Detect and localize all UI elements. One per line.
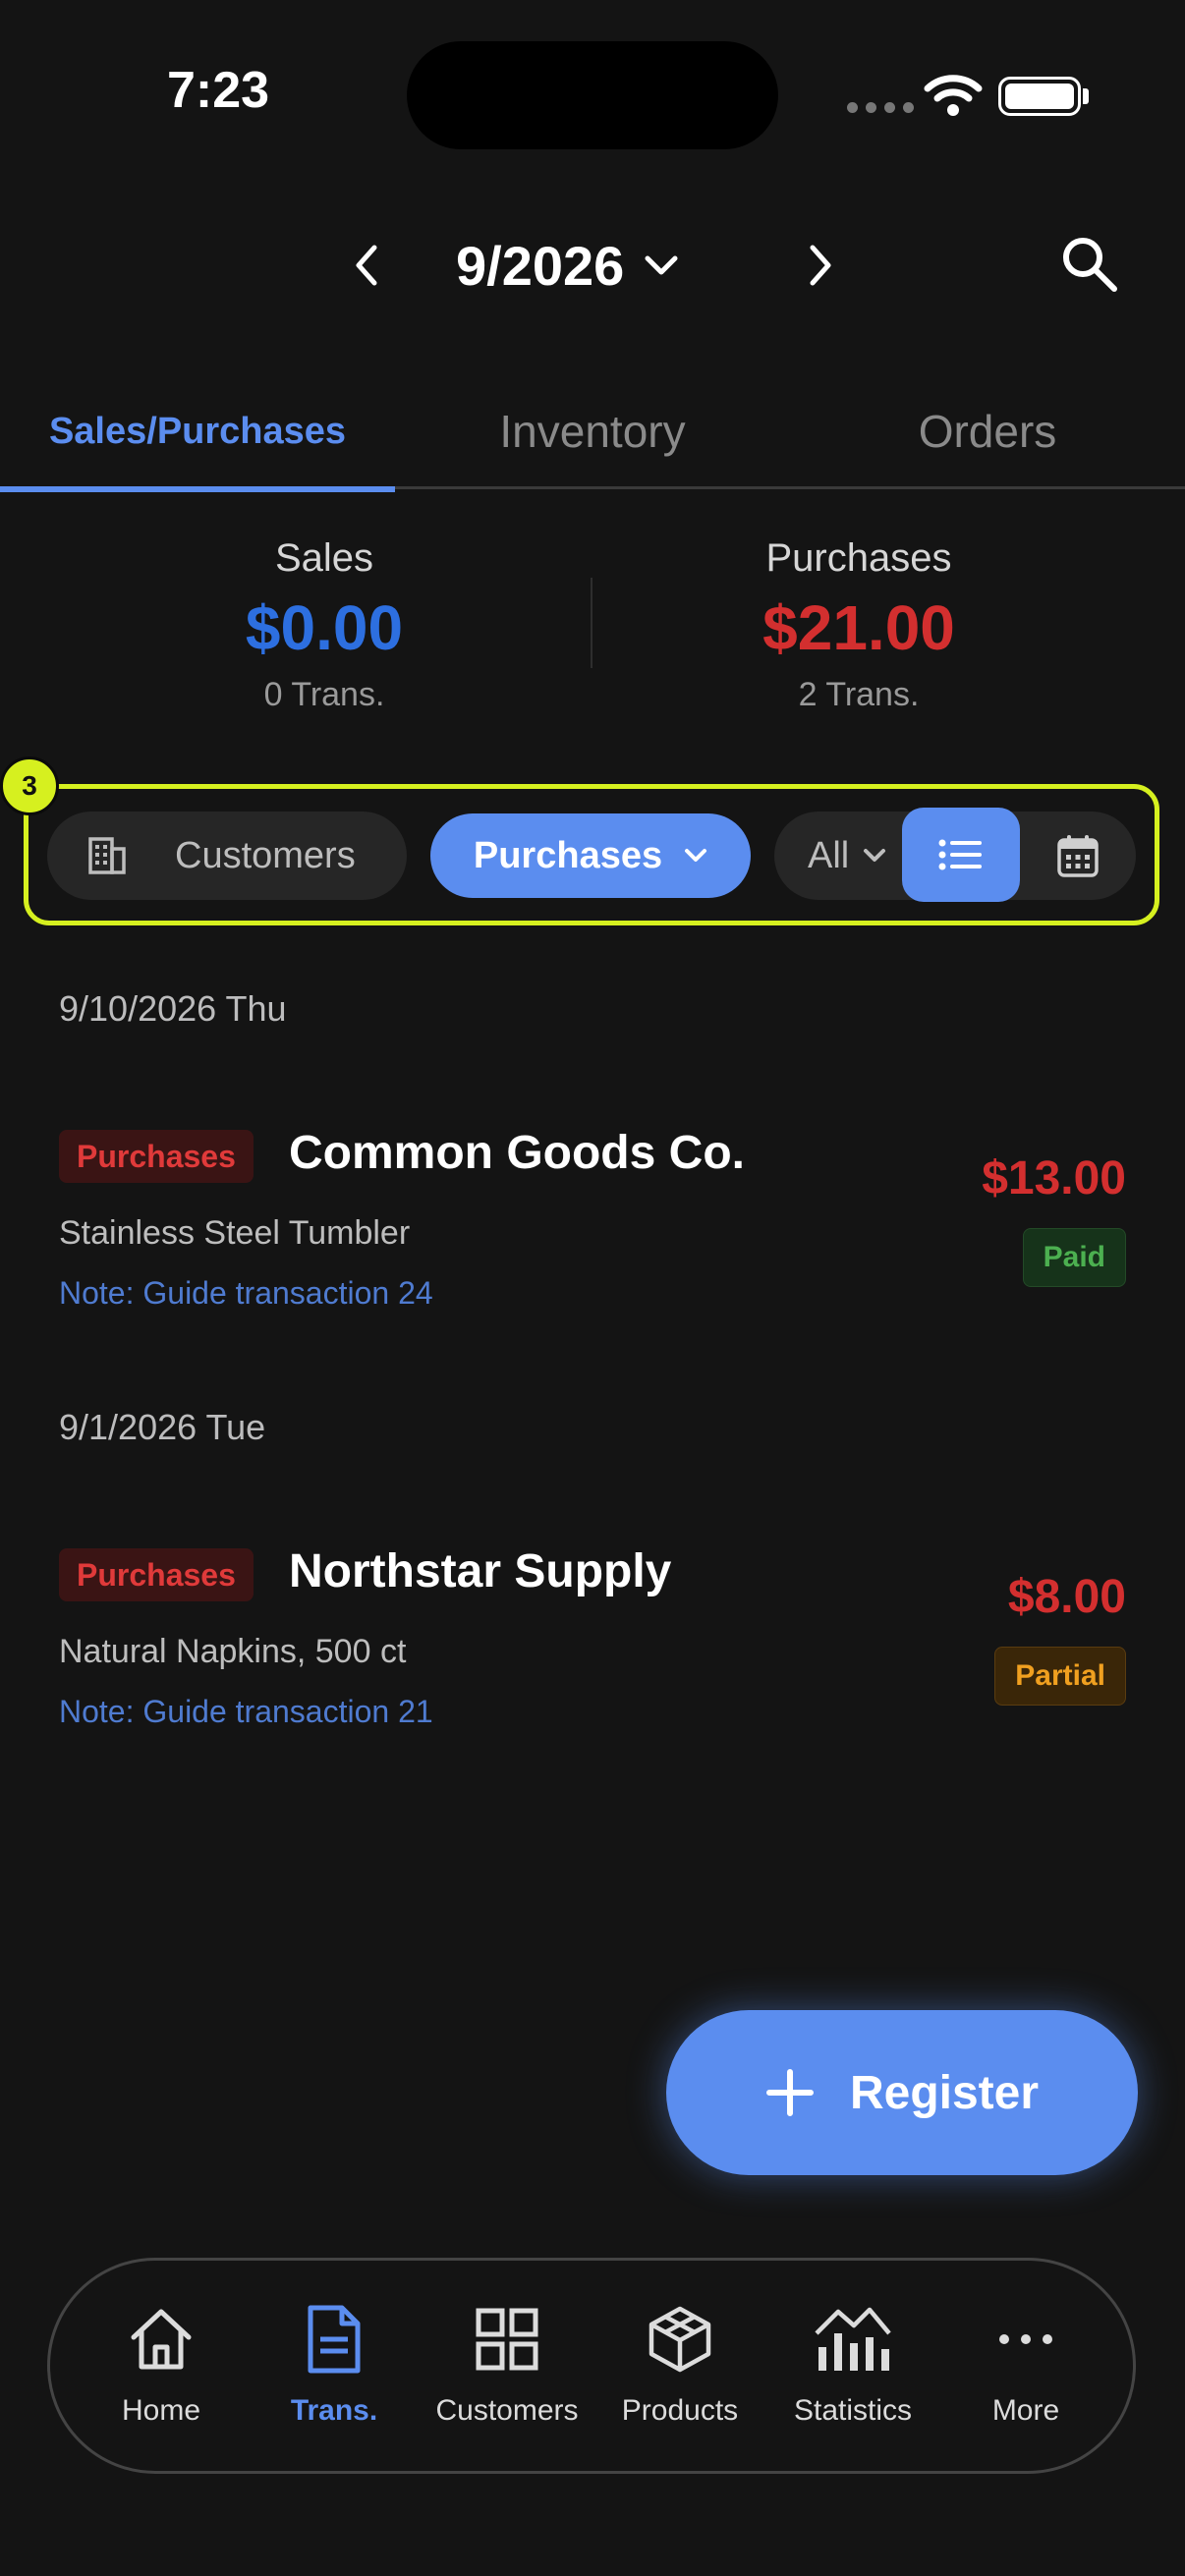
sales-amount: $0.00 [245, 592, 404, 663]
grid-icon [423, 2302, 591, 2377]
nav-item-trans[interactable]: Trans. [251, 2302, 418, 2428]
summary: Sales $0.00 0 Trans. Purchases $21.00 2 … [0, 529, 1185, 745]
type-filter-dropdown[interactable]: Purchases [430, 813, 751, 898]
prev-month-button[interactable] [340, 236, 391, 295]
chart-icon [769, 2302, 936, 2377]
transaction-note: Note: Guide transaction 24 [59, 1275, 433, 1311]
transaction-amount: $8.00 [1007, 1571, 1126, 1623]
sales-summary: Sales $0.00 0 Trans. [79, 529, 570, 721]
nav-label: Products [621, 2394, 739, 2427]
nav-item-more[interactable]: More [942, 2302, 1109, 2428]
nav-item-products[interactable]: Products [596, 2302, 763, 2428]
calendar-icon [1057, 835, 1099, 877]
date-header: 9/1/2026 Tue [59, 1407, 266, 1447]
tab-inventory[interactable]: Inventory [395, 373, 790, 489]
status-badge: Partial [994, 1647, 1126, 1706]
transaction-row[interactable]: Purchases Common Goods Co. Stainless Ste… [0, 1127, 1185, 1326]
transaction-amount: $13.00 [982, 1152, 1126, 1204]
next-month-button[interactable] [796, 236, 847, 295]
nav-label: Statistics [793, 2394, 913, 2427]
nav-label: More [991, 2394, 1060, 2427]
purchases-label: Purchases [765, 536, 952, 580]
nav-item-statistics[interactable]: Statistics [769, 2302, 936, 2428]
sales-label: Sales [274, 536, 374, 580]
customers-filter-label: Customers [175, 834, 356, 876]
nav-label: Customers [435, 2394, 579, 2427]
battery-icon [998, 77, 1081, 116]
vendor-name: Common Goods Co. [289, 1127, 745, 1179]
list-view-button[interactable] [902, 808, 1020, 902]
month-picker[interactable]: 9/2026 [456, 234, 679, 298]
status-filter-dropdown[interactable]: All [808, 812, 886, 900]
wifi-icon [924, 75, 983, 116]
transaction-type-tag: Purchases [59, 1130, 254, 1183]
date-header: 9/10/2026 Thu [59, 988, 287, 1029]
sales-count: 0 Trans. [263, 676, 385, 713]
transaction-row[interactable]: Purchases Northstar Supply Natural Napki… [0, 1545, 1185, 1745]
signal-icon [847, 102, 914, 113]
chevron-down-icon [864, 849, 886, 862]
purchases-summary: Purchases $21.00 2 Trans. [613, 529, 1104, 721]
status-time: 7:23 [167, 62, 270, 119]
nav-label: Home [121, 2394, 201, 2427]
nav-item-home[interactable]: Home [78, 2302, 245, 2428]
chevron-down-icon [685, 849, 707, 862]
transaction-note: Note: Guide transaction 21 [59, 1694, 433, 1729]
home-icon [78, 2302, 245, 2377]
chevron-down-icon [645, 255, 678, 274]
month-label: 9/2026 [456, 235, 625, 297]
cube-icon [596, 2302, 763, 2377]
list-icon [938, 839, 982, 870]
dynamic-island [407, 41, 778, 149]
register-button[interactable]: Register [666, 2010, 1138, 2175]
product-name: Stainless Steel Tumbler [59, 1214, 411, 1252]
tab-orders[interactable]: Orders [790, 373, 1185, 489]
summary-divider [591, 578, 592, 668]
tab-sales-purchases[interactable]: Sales/Purchases [0, 373, 395, 492]
search-icon[interactable] [1059, 234, 1120, 295]
building-icon [88, 837, 126, 874]
type-filter-label: Purchases [473, 834, 663, 876]
transaction-type-tag: Purchases [59, 1548, 254, 1601]
document-icon [251, 2302, 418, 2377]
customers-filter-chip[interactable]: Customers [47, 812, 407, 900]
more-icon [942, 2302, 1109, 2377]
bottom-nav: Home Trans. Customers Products Statistic… [47, 2258, 1136, 2474]
nav-label: Trans. [290, 2394, 378, 2427]
annotation-badge: 3 [0, 756, 59, 815]
purchases-count: 2 Trans. [798, 676, 920, 713]
tab-bar: Sales/Purchases Inventory Orders [0, 373, 1185, 492]
purchases-amount: $21.00 [762, 592, 955, 663]
product-name: Natural Napkins, 500 ct [59, 1633, 407, 1670]
battery-tip [1083, 88, 1089, 104]
status-badge: Paid [1022, 1228, 1126, 1287]
status-filter-label: All [808, 834, 850, 876]
vendor-name: Northstar Supply [289, 1545, 672, 1597]
calendar-view-button[interactable] [1028, 812, 1128, 900]
chevron-right-icon [810, 245, 831, 286]
plus-icon [765, 2069, 814, 2116]
nav-item-customers[interactable]: Customers [423, 2302, 591, 2428]
chevron-left-icon [356, 245, 377, 286]
register-label: Register [849, 2066, 1040, 2119]
